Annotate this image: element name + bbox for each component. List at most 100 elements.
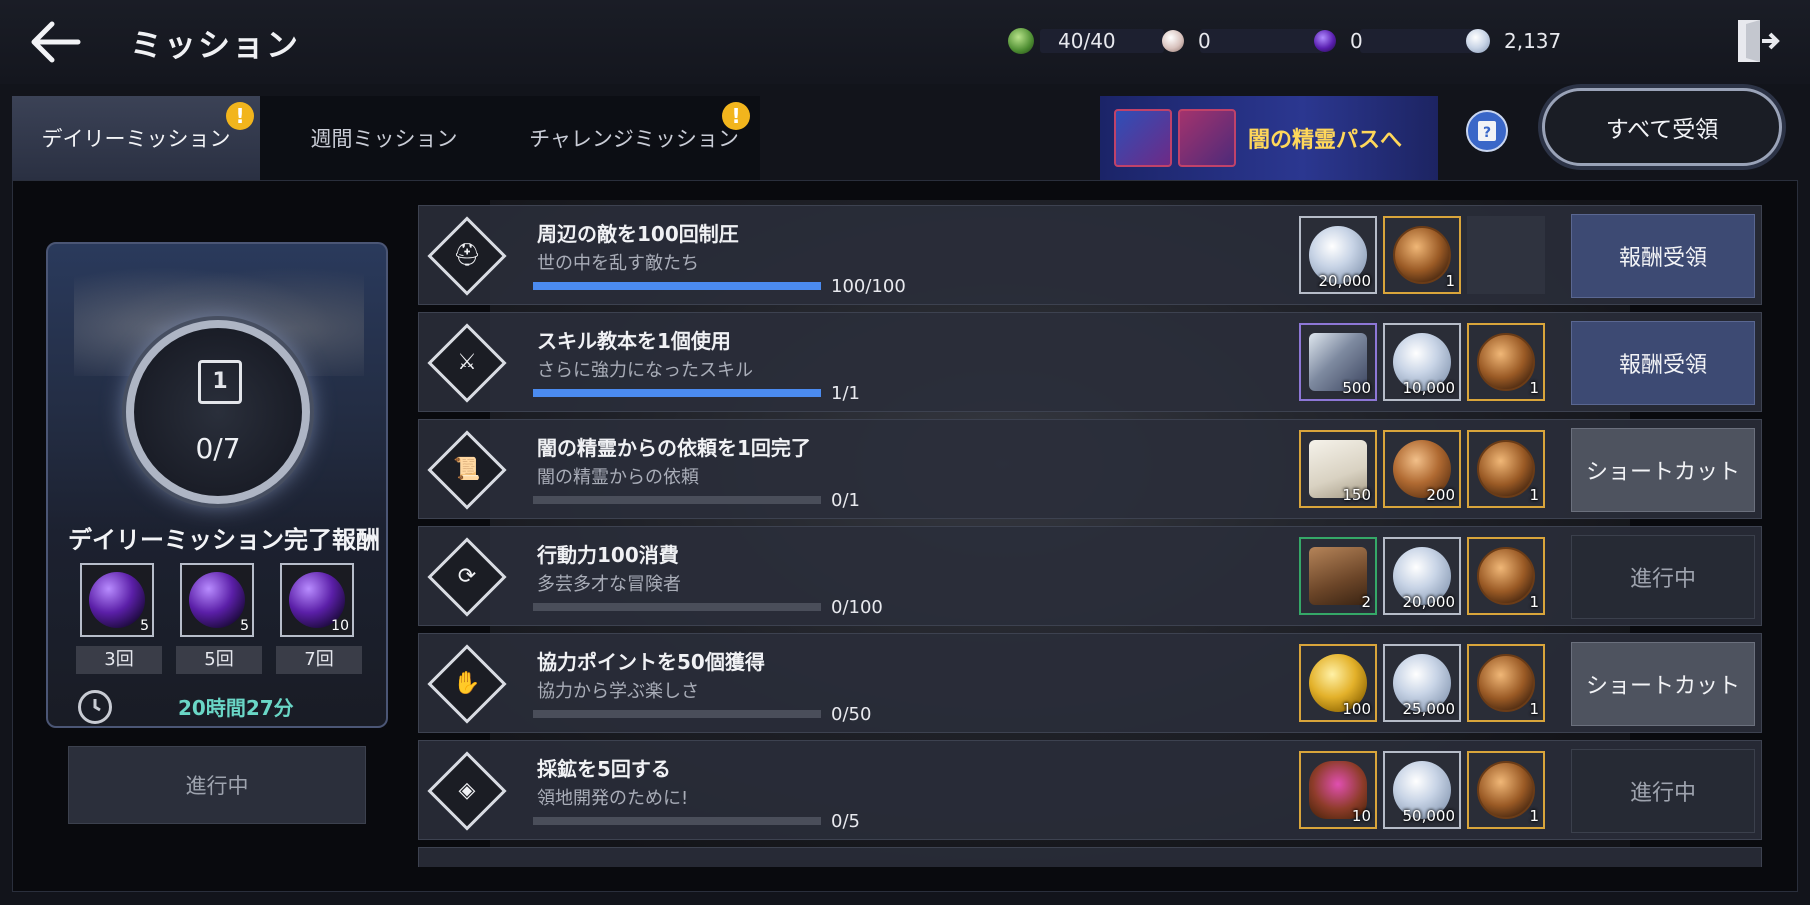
bronze-reward-item[interactable]: 200 [1383, 430, 1461, 508]
stamina-icon [1008, 28, 1034, 54]
mission-progress-text: 1/1 [831, 383, 860, 404]
reward-count: 5 [140, 618, 149, 634]
mission-progress-fill [533, 389, 821, 397]
mission-title: 周辺の敵を100回制圧 [537, 222, 739, 246]
mission-subtitle: 多芸多才な冒険者 [537, 574, 681, 595]
stamina-value: 40/40 [1058, 29, 1116, 53]
shortcut-button[interactable]: ショートカット [1571, 642, 1755, 726]
reward-count: 1 [1529, 807, 1539, 825]
reward-count: 1 [1445, 272, 1455, 290]
reward-threshold-label: 3回 [76, 646, 162, 674]
reset-timer: 20時間27分 [178, 696, 294, 720]
pearl-icon [1162, 30, 1184, 52]
mission-row: 📜 闇の精霊からの依頼を1回完了 闇の精霊からの依頼 0/1 150 200 1 ショートカッ… [418, 419, 1762, 519]
help-book-icon: ? [1478, 121, 1496, 141]
medal-reward-item[interactable]: 1 [1467, 537, 1545, 615]
mission-progress-text: 0/50 [831, 704, 872, 725]
back-button[interactable] [28, 18, 82, 66]
medal-reward-item[interactable]: 1 [1467, 751, 1545, 829]
dark-orb-value: 0 [1350, 29, 1363, 53]
pearl-value: 0 [1198, 29, 1211, 53]
medal-icon [1477, 547, 1535, 605]
reward-threshold-label: 7回 [276, 646, 362, 674]
treasure-chest-icon [1114, 109, 1172, 167]
daily-reward-item[interactable]: 5 [180, 563, 254, 637]
reward-count: 10 [331, 618, 349, 634]
empty-reward-slot [1467, 216, 1545, 294]
crossed-swords-icon: ⚔ [427, 323, 507, 403]
silver-counter: 2,137 [1466, 24, 1561, 58]
medal-icon [1477, 761, 1535, 819]
scroll-reward-item[interactable]: 150 [1299, 430, 1377, 508]
mission-title: 行動力100消費 [537, 543, 679, 567]
reward-count: 50,000 [1402, 807, 1456, 825]
mission-progress-bar [533, 496, 821, 504]
pearl-counter: 0 [1162, 24, 1211, 58]
tab-challenge[interactable]: チャレンジミッション ! [508, 96, 760, 180]
mission-progress-text: 100/100 [831, 276, 906, 297]
silver-reward-item[interactable]: 50,000 [1383, 751, 1461, 829]
claim-reward-button[interactable]: 報酬受領 [1571, 321, 1755, 405]
tab-weekly[interactable]: 週間ミッション [260, 96, 508, 180]
mission-title: 採鉱を5回する [537, 757, 671, 781]
daily-reward-title: デイリーミッション完了報酬 [68, 526, 380, 554]
mission-row: ⟳ 行動力100消費 多芸多才な冒険者 0/100 2 20,000 1 進行中 [418, 526, 1762, 626]
tab-label: 週間ミッション [310, 127, 458, 151]
gold-reward-item[interactable]: 100 [1299, 644, 1377, 722]
reward-threshold-label: 5回 [176, 646, 262, 674]
daily-reward-item[interactable]: 5 [80, 563, 154, 637]
mission-row: ⛑ 周辺の敵を100回制圧 世の中を乱す敵たち 100/100 20,000 1 報酬受領 [418, 205, 1762, 305]
exit-button[interactable] [1732, 16, 1780, 66]
mission-progress-bar [533, 817, 821, 825]
silver-reward-item[interactable]: 20,000 [1383, 537, 1461, 615]
emblem-glyph: ⟳ [457, 564, 477, 589]
help-book-button[interactable]: ? [1466, 110, 1508, 152]
in-progress-button[interactable]: 進行中 [1571, 749, 1755, 833]
tab-label: デイリーミッション [41, 127, 231, 151]
silver-reward-item[interactable]: 20,000 [1299, 216, 1377, 294]
medal-reward-item[interactable]: 1 [1467, 323, 1545, 401]
scroll-icon: 📜 [427, 430, 507, 510]
mission-row: ⚔ スキル教本を1個使用さらに強力になったスキル 1/1 500 10,000 1 報酬受領 [418, 312, 1762, 412]
helmet-icon: ⛑ [427, 216, 507, 296]
daily-status-button[interactable]: 進行中 [68, 746, 366, 824]
tab-daily[interactable]: デイリーミッション ! [12, 96, 260, 180]
reward-count: 20,000 [1402, 593, 1456, 611]
claim-reward-button[interactable]: 報酬受領 [1571, 214, 1755, 298]
mission-title: 協力ポイントを50個獲得 [537, 650, 765, 674]
silver-reward-item[interactable]: 25,000 [1383, 644, 1461, 722]
medal-reward-item[interactable]: 1 [1383, 216, 1461, 294]
arrow-left-icon [31, 21, 81, 63]
alert-badge-icon: ! [722, 102, 750, 130]
top-bar: ミッション 40/40 0 0 2,137 [0, 0, 1810, 84]
daily-reward-item[interactable]: 10 [280, 563, 354, 637]
silver-reward-item[interactable]: 10,000 [1383, 323, 1461, 401]
claim-all-button[interactable]: すべて受領 [1542, 88, 1782, 166]
shortcut-button[interactable]: ショートカット [1571, 428, 1755, 512]
mission-tabs: デイリーミッション ! 週間ミッション チャレンジミッション ! [12, 96, 760, 180]
mission-list[interactable]: ⛑ 周辺の敵を100回制圧 世の中を乱す敵たち 100/100 20,000 1 報酬受領 ⚔… [418, 205, 1762, 867]
silver-value: 2,137 [1504, 29, 1562, 53]
reward-count: 10 [1351, 807, 1371, 825]
chest-reward-item[interactable]: 2 [1299, 537, 1377, 615]
exit-door-icon [1738, 20, 1780, 62]
pouch-reward-item[interactable]: 10 [1299, 751, 1377, 829]
stamina-counter: 40/40 [1008, 24, 1116, 58]
dark-spirit-pass-banner[interactable]: 闇の精霊パスへ [1100, 96, 1438, 180]
mission-progress-text: 0/100 [831, 597, 883, 618]
medal-reward-item[interactable]: 1 [1467, 644, 1545, 722]
dark-orb-icon [189, 572, 245, 628]
svg-text:?: ? [1483, 125, 1491, 141]
mission-progress-bar [533, 389, 821, 397]
refresh-icon: ⟳ [427, 537, 507, 617]
dark-orb-counter: 0 [1314, 24, 1363, 58]
mission-progress-text: 0/1 [831, 490, 860, 511]
pass-banner-label: 闇の精霊パスへ [1248, 128, 1403, 153]
mission-title: スキル教本を1個使用 [537, 329, 731, 353]
mission-subtitle: さらに強力になったスキル [537, 360, 753, 381]
medal-reward-item[interactable]: 1 [1467, 430, 1545, 508]
crystal-reward-item[interactable]: 500 [1299, 323, 1377, 401]
medal-icon [1393, 226, 1451, 284]
in-progress-button[interactable]: 進行中 [1571, 535, 1755, 619]
mission-progress-text: 0/5 [831, 811, 860, 832]
